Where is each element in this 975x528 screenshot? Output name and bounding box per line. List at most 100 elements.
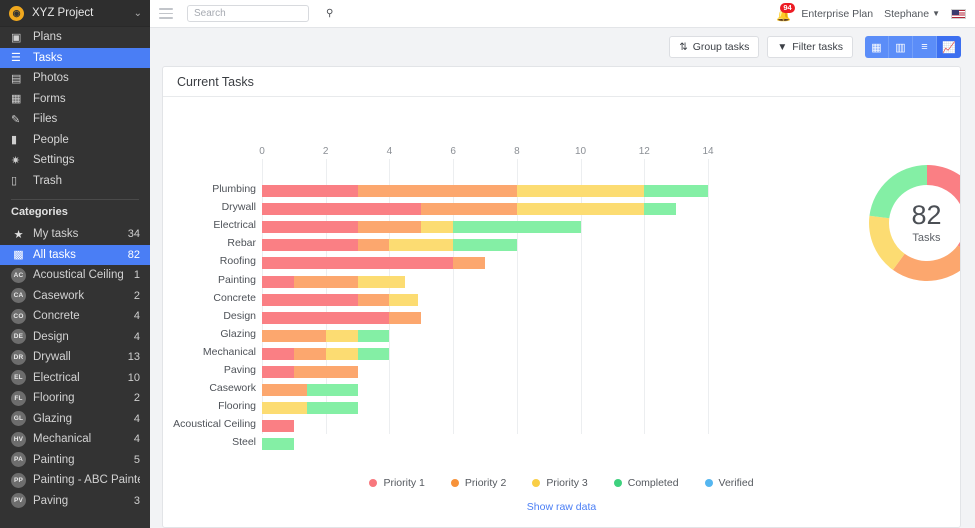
bar-segment[interactable] <box>294 348 326 360</box>
bar-segment[interactable] <box>389 294 418 306</box>
plan-label[interactable]: Enterprise Plan <box>801 8 873 20</box>
bar-segment[interactable] <box>358 294 390 306</box>
category-item-concrete[interactable]: COConcrete4 <box>0 306 150 327</box>
bar-segment[interactable] <box>358 348 390 360</box>
bar-row[interactable]: Casework <box>262 384 708 396</box>
bar-segment[interactable] <box>326 348 358 360</box>
sidebar-item-people[interactable]: ▮People <box>0 130 150 151</box>
bar-segment[interactable] <box>262 257 453 269</box>
bar-segment[interactable] <box>294 276 358 288</box>
donut-slice[interactable] <box>869 165 927 218</box>
bar-segment[interactable] <box>262 185 358 197</box>
grid-view-button[interactable]: ▦ <box>865 36 889 58</box>
bar-segment[interactable] <box>453 221 580 233</box>
list-view-button[interactable]: ≡ <box>913 36 937 58</box>
category-item-mechanical[interactable]: HVMechanical4 <box>0 429 150 450</box>
chart-view-button[interactable]: 📈 <box>937 36 961 58</box>
bar-segment[interactable] <box>326 330 358 342</box>
bar-row[interactable]: Glazing <box>262 330 708 342</box>
bar-segment[interactable] <box>453 257 485 269</box>
bar-segment[interactable] <box>262 294 358 306</box>
bar-segment[interactable] <box>453 239 517 251</box>
category-item-casework[interactable]: CACasework2 <box>0 286 150 307</box>
bar-row[interactable]: Concrete <box>262 294 708 306</box>
group-tasks-button[interactable]: ⇅ Group tasks <box>669 36 759 58</box>
bar-segment[interactable] <box>262 330 326 342</box>
category-item-painting-abc-painter[interactable]: PPPainting - ABC Painter <box>0 470 150 491</box>
bar-row[interactable]: Mechanical <box>262 348 708 360</box>
bar-segment[interactable] <box>358 239 390 251</box>
bar-segment[interactable] <box>262 203 421 215</box>
bar-segment[interactable] <box>262 402 307 414</box>
bar-segment[interactable] <box>262 438 294 450</box>
bar-segment[interactable] <box>262 312 389 324</box>
bar-row[interactable]: Paving <box>262 366 708 378</box>
bar-segment[interactable] <box>262 276 294 288</box>
filter-tasks-button[interactable]: ▼ Filter tasks <box>767 36 853 58</box>
bar-row[interactable]: Flooring <box>262 402 708 414</box>
sidebar-item-trash[interactable]: ▯Trash <box>0 171 150 192</box>
bar-segment[interactable] <box>262 348 294 360</box>
notifications-button[interactable]: 🔔 94 <box>775 5 790 22</box>
bar-segment[interactable] <box>421 203 517 215</box>
category-item-my-tasks[interactable]: ★My tasks34 <box>0 224 150 245</box>
category-item-flooring[interactable]: FLFlooring2 <box>0 388 150 409</box>
legend-item[interactable]: Priority 1 <box>369 477 424 489</box>
donut-slice[interactable] <box>892 245 961 281</box>
bar-segment[interactable] <box>358 221 422 233</box>
bar-segment[interactable] <box>517 185 644 197</box>
sidebar-item-forms[interactable]: ▦Forms <box>0 89 150 110</box>
bar-segment[interactable] <box>358 330 390 342</box>
search-box[interactable]: ⚲ <box>187 5 309 22</box>
bar-row[interactable]: Drywall <box>262 203 708 215</box>
legend-item[interactable]: Priority 3 <box>532 477 587 489</box>
us-flag-icon[interactable] <box>951 9 966 19</box>
user-menu[interactable]: Stephane ▼ <box>884 8 940 20</box>
donut-slice[interactable] <box>927 165 962 257</box>
bar-segment[interactable] <box>262 366 294 378</box>
bar-row[interactable]: Acoustical Ceiling <box>262 420 708 432</box>
category-item-drywall[interactable]: DRDrywall13 <box>0 347 150 368</box>
bar-segment[interactable] <box>517 203 644 215</box>
bar-segment[interactable] <box>262 384 307 396</box>
bar-row[interactable]: Design <box>262 312 708 324</box>
bar-segment[interactable] <box>389 239 453 251</box>
bar-segment[interactable] <box>389 312 421 324</box>
bar-segment[interactable] <box>358 276 406 288</box>
sidebar-item-tasks[interactable]: ☰Tasks <box>0 48 150 69</box>
bar-segment[interactable] <box>644 203 676 215</box>
search-input[interactable] <box>194 8 326 19</box>
category-item-painting[interactable]: PAPainting5 <box>0 450 150 471</box>
bar-segment[interactable] <box>307 402 358 414</box>
menu-icon[interactable] <box>159 8 173 19</box>
bar-row[interactable]: Steel <box>262 438 708 450</box>
sidebar-item-photos[interactable]: ▤Photos <box>0 68 150 89</box>
bar-segment[interactable] <box>262 221 358 233</box>
bar-row[interactable]: Painting <box>262 276 708 288</box>
category-item-electrical[interactable]: ELElectrical10 <box>0 368 150 389</box>
bar-row[interactable]: Roofing <box>262 257 708 269</box>
show-raw-data-link[interactable]: Show raw data <box>163 501 960 513</box>
category-item-glazing[interactable]: GLGlazing4 <box>0 409 150 430</box>
legend-item[interactable]: Verified <box>705 477 754 489</box>
sidebar-item-files[interactable]: ✎Files <box>0 109 150 130</box>
bar-row[interactable]: Rebar <box>262 239 708 251</box>
project-switcher[interactable]: ◉ XYZ Project ⌄ <box>0 0 150 27</box>
bar-segment[interactable] <box>307 384 358 396</box>
legend-item[interactable]: Priority 2 <box>451 477 506 489</box>
sidebar-item-settings[interactable]: ✷Settings <box>0 150 150 171</box>
bar-row[interactable]: Electrical <box>262 221 708 233</box>
bar-row[interactable]: Plumbing <box>262 185 708 197</box>
category-item-paving[interactable]: PVPaving3 <box>0 491 150 512</box>
chevron-down-icon[interactable]: ⌄ <box>134 8 142 19</box>
sidebar-item-plans[interactable]: ▣Plans <box>0 27 150 48</box>
calendar-view-button[interactable]: ▥ <box>889 36 913 58</box>
search-icon[interactable]: ⚲ <box>326 8 333 19</box>
category-item-acoustical-ceiling[interactable]: ACAcoustical Ceiling1 <box>0 265 150 286</box>
category-item-design[interactable]: DEDesign4 <box>0 327 150 348</box>
category-item-all-tasks[interactable]: ▩All tasks82 <box>0 245 150 266</box>
bar-segment[interactable] <box>644 185 708 197</box>
legend-item[interactable]: Completed <box>614 477 679 489</box>
bar-segment[interactable] <box>294 366 358 378</box>
bar-segment[interactable] <box>421 221 453 233</box>
